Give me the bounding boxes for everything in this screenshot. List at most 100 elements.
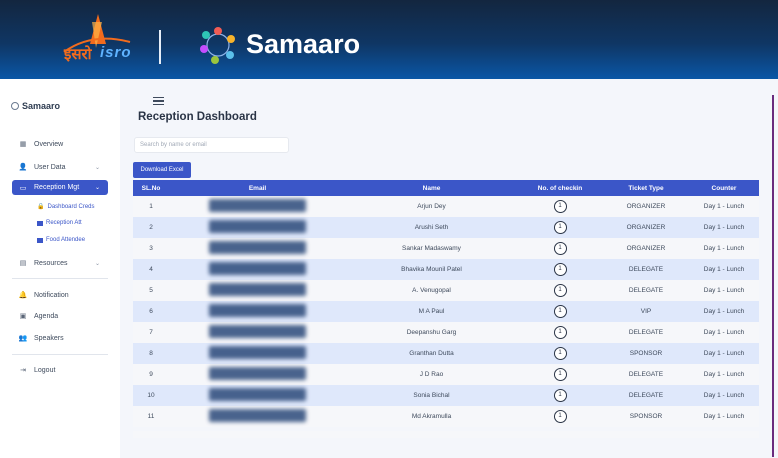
table-row[interactable]: 5 A. Venugopal 1 DELEGATE Day 1 - Lunch [133, 280, 759, 301]
table-row[interactable]: 7 Deepanshu Garg 1 DELEGATE Day 1 - Lunch [133, 322, 759, 343]
redacted-email [209, 346, 306, 359]
cell-ticket-type: ORGANIZER [603, 238, 689, 259]
cell-name: Sonia Bichal [346, 385, 517, 406]
cell-name: A. Venugopal [346, 280, 517, 301]
list-icon [37, 237, 43, 243]
redacted-email [209, 262, 306, 275]
table-row[interactable]: 9 J D Rao 1 DELEGATE Day 1 - Lunch [133, 364, 759, 385]
cell-checkin: 1 [517, 259, 603, 280]
cell-ticket-type: VIP [603, 301, 689, 322]
sidebar-item-logout[interactable]: ⇥ Logout [12, 363, 108, 377]
sidebar-brand-label: Samaaro [22, 101, 61, 111]
sidebar-item-label: Speakers [34, 334, 64, 342]
cell-email [169, 217, 346, 238]
column-header[interactable]: Email [169, 180, 346, 196]
sidebar-item-notification[interactable]: 🔔 Notification [12, 288, 108, 302]
cell-email [169, 259, 346, 280]
cell-counter: Day 1 - Lunch [689, 196, 759, 217]
book-icon: ▤ [19, 260, 27, 267]
column-header[interactable]: No. of checkin [517, 180, 603, 196]
column-header[interactable]: Counter [689, 180, 759, 196]
column-header[interactable]: Name [346, 180, 517, 196]
sidebar-item-resources[interactable]: ▤ Resources ⌄ [12, 256, 108, 270]
cell-name: M A Paul [346, 301, 517, 322]
redacted-email [209, 409, 306, 422]
sidebar-subitem-label: Food Attendee [46, 237, 86, 243]
download-excel-button[interactable]: Download Excel [133, 162, 191, 178]
cell-ticket-type: DELEGATE [603, 385, 689, 406]
sidebar-subitem-dashboard-creds[interactable]: 🔒 Dashboard Creds [37, 203, 95, 211]
cell-sl-no: 3 [133, 238, 169, 259]
grid-icon: ▦ [19, 141, 27, 148]
table-row[interactable]: 11 Md Akramulla 1 SPONSOR Day 1 - Lunch [133, 406, 759, 427]
table-row[interactable]: 3 Sankar Madaswamy 1 ORGANIZER Day 1 - Lunch [133, 238, 759, 259]
sidebar-divider [12, 278, 108, 279]
checkin-count-badge: 1 [553, 221, 567, 234]
cell-email [169, 196, 346, 217]
sidebar-item-reception-mgt[interactable]: ▭ Reception Mgt ⌄ [12, 180, 108, 195]
cell-ticket-type: SPONSOR [603, 406, 689, 427]
checkin-count-badge: 1 [553, 263, 567, 276]
cell-ticket-type: DELEGATE [603, 322, 689, 343]
sidebar-subitem-food-attendee[interactable]: Food Attendee [37, 237, 85, 243]
table-header-row: SL.No Email Name No. of checkin Ticket T… [133, 180, 759, 196]
cell-counter: Day 1 - Lunch [689, 385, 759, 406]
cell-checkin: 1 [517, 343, 603, 364]
isro-english-wordmark: isro [100, 44, 132, 61]
sidebar-item-overview[interactable]: ▦ Overview [12, 137, 108, 151]
cell-ticket-type: DELEGATE [603, 364, 689, 385]
sidebar-subitem-reception-att[interactable]: Reception Att [37, 220, 82, 226]
checkin-count-badge: 1 [553, 368, 567, 381]
cell-checkin: 1 [517, 217, 603, 238]
sidebar-item-user-data[interactable]: 👤 User Data ⌄ [12, 160, 108, 174]
cell-email [169, 238, 346, 259]
table-row[interactable]: 1 Arjun Dey 1 ORGANIZER Day 1 - Lunch [133, 196, 759, 217]
table-body: 1 Arjun Dey 1 ORGANIZER Day 1 - Lunch 2 Arushi… [133, 196, 759, 427]
cell-sl-no: 4 [133, 259, 169, 280]
chevron-down-icon: ⌄ [94, 185, 100, 191]
cell-counter: Day 1 - Lunch [689, 322, 759, 343]
hamburger-menu-icon[interactable] [153, 97, 164, 105]
cell-sl-no: 7 [133, 322, 169, 343]
table-row[interactable]: 2 Arushi Seth 1 ORGANIZER Day 1 - Lunch [133, 217, 759, 238]
checkin-count-badge: 1 [553, 389, 567, 402]
table-row[interactable]: 6 M A Paul 1 VIP Day 1 - Lunch [133, 301, 759, 322]
table-row[interactable]: 10 Sonia Bichal 1 DELEGATE Day 1 - Lunch [133, 385, 759, 406]
scrollbar[interactable] [772, 95, 774, 457]
checkin-count-badge: 1 [553, 410, 567, 423]
sidebar-item-speakers[interactable]: 👥 Speakers [12, 331, 108, 345]
cell-sl-no: 1 [133, 196, 169, 217]
redacted-email [209, 199, 306, 212]
cell-checkin: 1 [517, 280, 603, 301]
cell-checkin: 1 [517, 301, 603, 322]
sidebar-item-label: Notification [34, 291, 69, 299]
search-input[interactable]: Search by name or email [134, 137, 289, 153]
cell-counter: Day 1 - Lunch [689, 280, 759, 301]
cell-ticket-type: DELEGATE [603, 280, 689, 301]
top-banner: इसरो isro Samaaro [0, 0, 778, 79]
cell-counter: Day 1 - Lunch [689, 343, 759, 364]
sidebar-item-label: User Data [34, 163, 66, 171]
cell-sl-no: 8 [133, 343, 169, 364]
column-header[interactable]: SL.No [133, 180, 169, 196]
checkin-count-badge: 1 [553, 200, 567, 213]
cell-sl-no: 11 [133, 406, 169, 427]
cell-checkin: 1 [517, 322, 603, 343]
column-header[interactable]: Ticket Type [603, 180, 689, 196]
chevron-down-icon: ⌄ [94, 260, 100, 267]
cell-checkin: 1 [517, 196, 603, 217]
cell-name: Arjun Dey [346, 196, 517, 217]
sidebar-item-label: Overview [34, 140, 64, 148]
sidebar: Samaaro ▦ Overview 👤 User Data ⌄ ▭ Recep… [0, 79, 120, 458]
table-row[interactable]: 4 Bhavika Mounil Patel 1 DELEGATE Day 1 - Lu… [133, 259, 759, 280]
cell-ticket-type: DELEGATE [603, 259, 689, 280]
cell-ticket-type: ORGANIZER [603, 196, 689, 217]
cell-sl-no: 10 [133, 385, 169, 406]
sidebar-brand[interactable]: Samaaro [11, 101, 60, 111]
sidebar-item-agenda[interactable]: ▣ Agenda [12, 309, 108, 323]
banner-divider [159, 30, 161, 64]
checkin-count-badge: 1 [553, 284, 567, 297]
sidebar-divider [12, 354, 108, 355]
table-row[interactable]: 8 Granthan Dutta 1 SPONSOR Day 1 - Lunch [133, 343, 759, 364]
cell-email [169, 343, 346, 364]
